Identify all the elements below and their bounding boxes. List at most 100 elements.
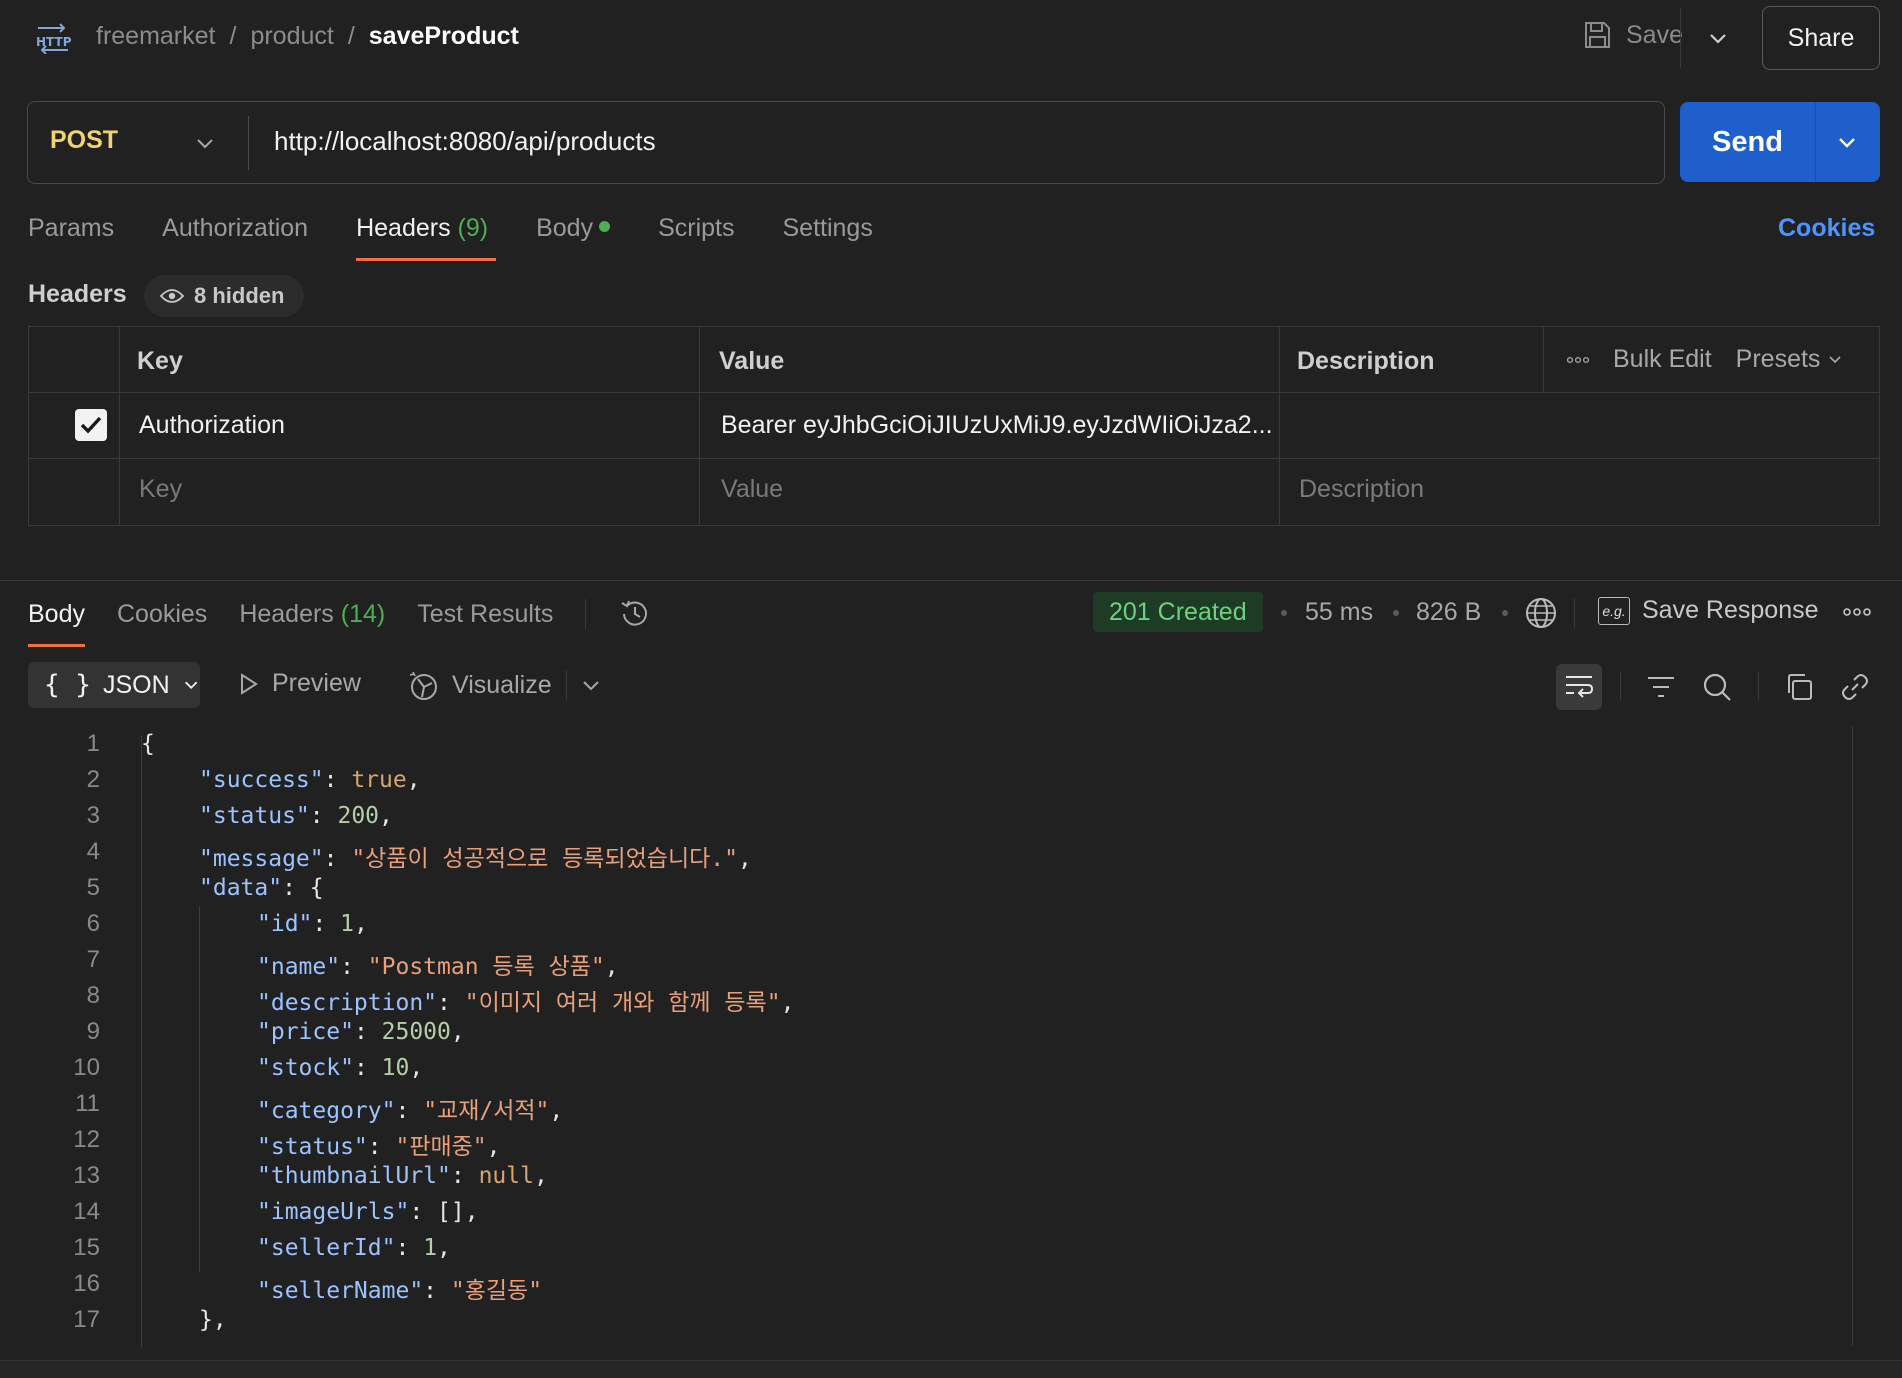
save-response-button[interactable]: e.g. Save Response: [1598, 596, 1819, 625]
code-text: "sellerName": "홍길동": [257, 1278, 543, 1304]
value-input[interactable]: Value: [721, 475, 783, 504]
headers-section-title: Headers: [28, 280, 127, 308]
line-number: 6: [86, 910, 100, 937]
more-options-icon[interactable]: [1567, 356, 1589, 364]
tab-headers-count: (9): [457, 214, 489, 242]
tab-headers-label: Headers: [356, 214, 451, 242]
tab-scripts[interactable]: Scripts: [658, 214, 734, 261]
code-text: },: [199, 1307, 227, 1333]
chevron-down-icon[interactable]: [580, 674, 602, 696]
response-tab-headers-label: Headers: [239, 599, 334, 628]
code-line: 3 "status": 200,: [0, 800, 1860, 836]
breadcrumb-separator: /: [347, 22, 355, 50]
response-tab-cookies[interactable]: Cookies: [117, 600, 207, 647]
chevron-down-icon: [1829, 356, 1841, 364]
chevron-down-icon[interactable]: [1835, 130, 1859, 154]
code-text: "thumbnailUrl": null,: [257, 1163, 548, 1189]
code-line: 5 "data": {: [0, 872, 1860, 908]
visualize-icon: [409, 671, 437, 700]
header-key-cell[interactable]: Authorization: [139, 411, 285, 440]
column-divider: [119, 327, 120, 525]
code-text: "category": "교재/서적",: [257, 1098, 564, 1124]
chevron-down-icon[interactable]: [194, 132, 216, 154]
line-number: 13: [73, 1162, 100, 1189]
filter-button[interactable]: [1638, 664, 1684, 710]
preview-button[interactable]: Preview: [236, 669, 361, 698]
method-select[interactable]: POST: [50, 126, 118, 155]
save-label: Save: [1626, 20, 1683, 49]
tab-body-label: Body: [536, 214, 594, 242]
code-line: 12 "status": "판매중",: [0, 1124, 1860, 1160]
more-options-icon[interactable]: [1842, 604, 1872, 620]
send-button-group: Send: [1680, 102, 1880, 182]
description-input[interactable]: Description: [1299, 475, 1424, 504]
column-divider: [1279, 327, 1280, 525]
code-text: {: [141, 731, 155, 757]
code-line: 11 "category": "교재/서적",: [0, 1088, 1860, 1124]
eye-icon: [160, 289, 184, 303]
line-number: 12: [73, 1126, 100, 1153]
divider: [566, 670, 567, 700]
presets-label: Presets: [1735, 345, 1821, 373]
header-value-cell[interactable]: Bearer eyJhbGciOiJIUzUxMiJ9.eyJzdWIiOiJz…: [721, 411, 1273, 440]
breadcrumb-separator: /: [229, 22, 237, 50]
tab-params[interactable]: Params: [28, 214, 114, 261]
pane-divider[interactable]: [0, 580, 1902, 581]
wrap-lines-button[interactable]: [1556, 664, 1602, 710]
code-line: 14 "imageUrls": [],: [0, 1196, 1860, 1232]
breadcrumb-workspace[interactable]: freemarket: [96, 22, 215, 51]
cookies-link[interactable]: Cookies: [1778, 214, 1875, 243]
visualize-button[interactable]: Visualize: [408, 669, 552, 701]
code-line: 8 "description": "이미지 여러 개와 함께 등록",: [0, 980, 1860, 1016]
line-number: 8: [86, 982, 100, 1009]
search-icon: [1703, 673, 1731, 701]
code-text: "status": 200,: [199, 803, 393, 829]
chevron-down-icon[interactable]: [1706, 26, 1730, 50]
scrollbar[interactable]: [1852, 726, 1853, 1346]
response-tab-body[interactable]: Body: [28, 600, 85, 647]
status-badge[interactable]: 201 Created: [1093, 592, 1263, 632]
save-button[interactable]: Save: [1582, 20, 1683, 50]
response-size[interactable]: 826 B: [1416, 598, 1481, 627]
tab-settings[interactable]: Settings: [782, 214, 872, 261]
header-enabled-checkbox[interactable]: [75, 409, 107, 441]
presets-dropdown[interactable]: Presets: [1736, 345, 1844, 374]
search-button[interactable]: [1694, 664, 1740, 710]
table-row: Authorization Bearer eyJhbGciOiJIUzUxMiJ…: [29, 393, 1879, 459]
link-button[interactable]: [1832, 664, 1878, 710]
line-number: 11: [75, 1090, 100, 1117]
column-header-value: Value: [719, 347, 785, 375]
column-divider: [1543, 327, 1544, 393]
response-body-editor[interactable]: 1{2 "success": true, 3 "status": 200, 4 "mess…: [0, 728, 1860, 1348]
send-button[interactable]: Send: [1680, 102, 1815, 182]
breadcrumb-request-name[interactable]: saveProduct: [369, 22, 519, 51]
format-select[interactable]: { } JSON: [28, 662, 200, 708]
response-tabs: Body Cookies Headers (14) Test Results: [28, 597, 652, 649]
code-text: "data": {: [199, 875, 324, 901]
share-button[interactable]: Share: [1762, 6, 1880, 70]
modified-dot: [599, 220, 611, 232]
response-tab-headers[interactable]: Headers (14): [239, 600, 385, 647]
divider: [248, 116, 249, 170]
tab-body[interactable]: Body: [536, 214, 611, 261]
copy-button[interactable]: [1776, 664, 1822, 710]
globe-icon[interactable]: [1524, 596, 1558, 630]
url-input[interactable]: http://localhost:8080/api/products: [274, 126, 656, 157]
bulk-edit-button[interactable]: Bulk Edit: [1613, 345, 1712, 374]
separator-dot: [1281, 610, 1287, 616]
code-text: "imageUrls": [],: [257, 1199, 479, 1225]
code-text: "success": true,: [199, 767, 421, 793]
breadcrumb-folder[interactable]: product: [250, 22, 333, 51]
hidden-headers-toggle[interactable]: 8 hidden: [144, 275, 305, 317]
tab-authorization[interactable]: Authorization: [162, 214, 308, 261]
key-input[interactable]: Key: [139, 475, 182, 504]
code-text: "id": 1,: [257, 911, 368, 937]
line-number: 14: [73, 1198, 100, 1225]
code-line: 10 "stock": 10,: [0, 1052, 1860, 1088]
history-icon[interactable]: [618, 597, 652, 631]
response-time[interactable]: 55 ms: [1305, 598, 1373, 627]
response-tab-test-results[interactable]: Test Results: [417, 600, 553, 647]
code-line: 16 "sellerName": "홍길동": [0, 1268, 1860, 1304]
code-line: 9 "price": 25000,: [0, 1016, 1860, 1052]
tab-headers[interactable]: Headers (9): [356, 214, 497, 261]
